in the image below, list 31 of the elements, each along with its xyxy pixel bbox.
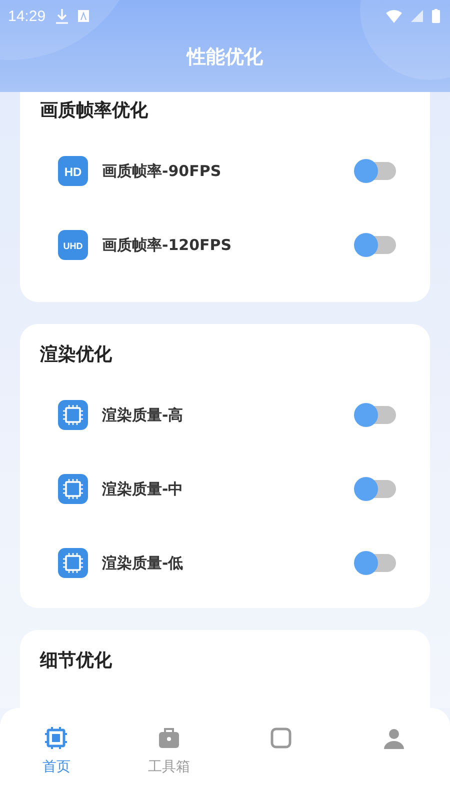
chip-icon — [58, 400, 88, 430]
wifi-icon — [386, 10, 402, 22]
hd-icon: HD — [58, 156, 88, 186]
option-label: 渲染质量-高 — [102, 406, 184, 424]
toggle-switch[interactable] — [356, 406, 396, 424]
toggle-switch[interactable] — [356, 554, 396, 572]
option-label: 渲染质量-中 — [102, 480, 184, 498]
page-title: 性能优化 — [185, 45, 264, 70]
section-title: 渲染优化 — [40, 343, 113, 367]
option-label: 渲染质量-低 — [102, 554, 184, 572]
toggle-switch[interactable] — [356, 480, 396, 498]
option-label: 画质帧率-90FPS — [102, 162, 222, 180]
toolbox-icon — [156, 726, 181, 750]
chip-icon — [58, 548, 88, 578]
section-title: 画质帧率优化 — [40, 99, 149, 123]
toggle-switch[interactable] — [356, 162, 396, 180]
signal-icon — [411, 10, 423, 22]
section-title: 细节优化 — [40, 649, 113, 673]
uhd-icon: UHD — [58, 230, 88, 260]
keyboard-icon — [78, 10, 89, 22]
option-label: 画质帧率-120FPS — [102, 236, 233, 254]
chip-icon — [58, 474, 88, 504]
chip-icon — [44, 726, 68, 750]
nav-tab[interactable]: 首页 — [0, 726, 112, 800]
profile-icon — [382, 726, 406, 750]
square-icon — [269, 726, 294, 750]
nav-tab[interactable]: 工具箱 — [112, 726, 225, 800]
download-icon — [54, 8, 69, 24]
status-time: 14:29 — [8, 8, 46, 24]
battery-icon — [432, 9, 440, 23]
toggle-switch[interactable] — [356, 236, 396, 254]
